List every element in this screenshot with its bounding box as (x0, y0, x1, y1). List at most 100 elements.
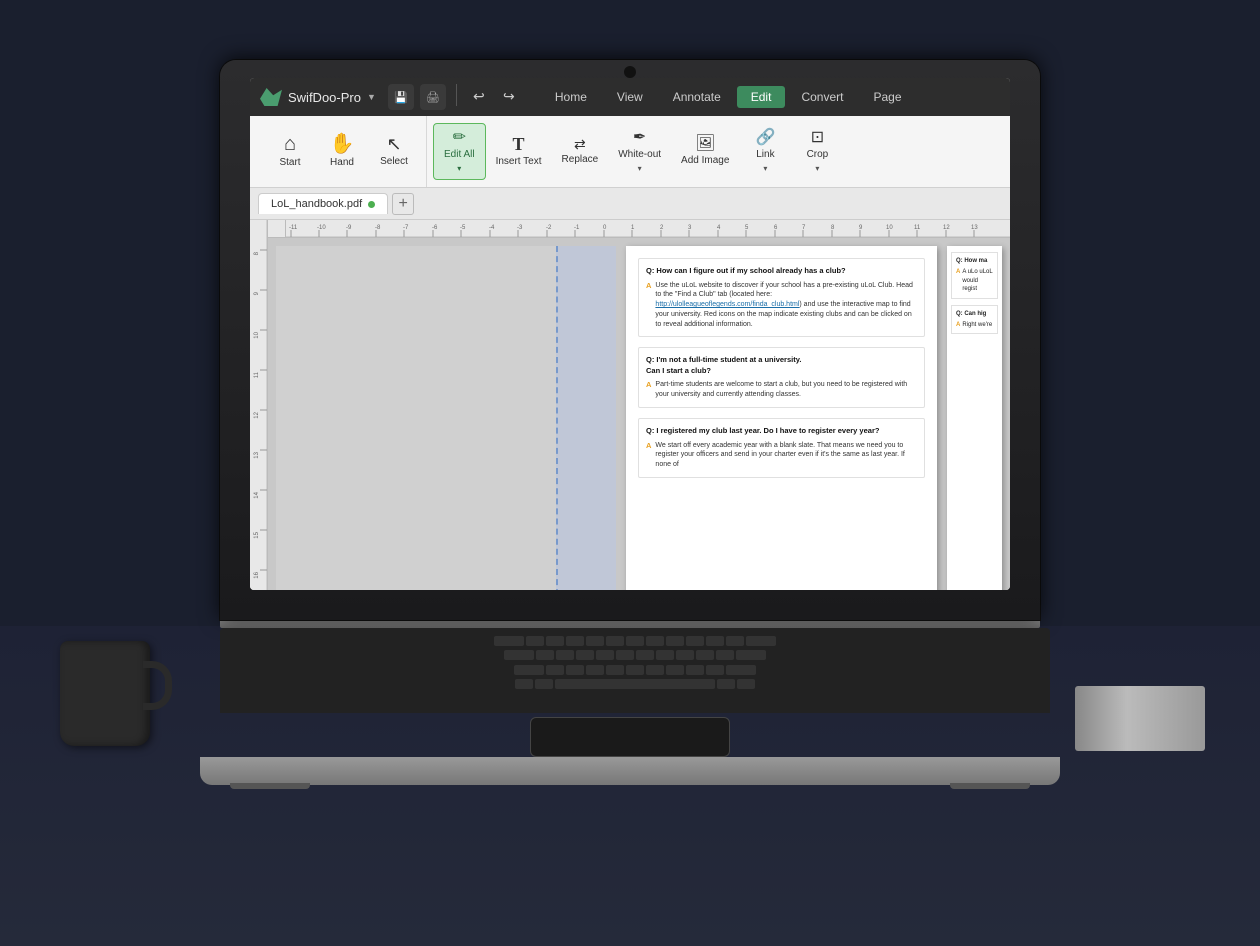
tool-edit-all[interactable]: ✏ Edit All ▾ (433, 123, 486, 180)
laptop-touchpad[interactable] (530, 717, 730, 757)
svg-text:-8: -8 (375, 225, 381, 231)
tab-bar: LoL_handbook.pdf + (250, 188, 1010, 220)
partial-q2: Q: Can hig (956, 310, 993, 318)
a-label-1: A (646, 281, 651, 330)
kb-key (686, 636, 704, 646)
screen-content: SwifDoo-Pro ▼ 💾 🖨 ↩ ↪ Home View (250, 78, 1010, 590)
partial-block-2: Q: Can hig A Right we're (951, 305, 998, 335)
laptop-keyboard (220, 628, 1050, 713)
selection-indicator (556, 246, 616, 590)
tab-home[interactable]: Home (541, 86, 601, 108)
file-tab-lol[interactable]: LoL_handbook.pdf (258, 193, 388, 214)
undo-button[interactable]: ↩ (467, 84, 491, 108)
save-button[interactable]: 💾 (388, 84, 414, 110)
svg-text:-11: -11 (289, 225, 298, 231)
laptop-foot-left (230, 783, 310, 789)
print-icon: 🖨 (426, 91, 440, 104)
kb-key (535, 679, 553, 689)
svg-text:-9: -9 (346, 225, 352, 231)
kb-spacebar (555, 679, 715, 689)
tool-start-label: Start (279, 157, 300, 169)
svg-text:11: 11 (914, 225, 921, 231)
svg-text:-1: -1 (574, 225, 580, 231)
kb-key (646, 636, 664, 646)
kb-key (676, 650, 694, 660)
kb-key (586, 665, 604, 675)
title-bar: SwifDoo-Pro ▼ 💾 🖨 ↩ ↪ Home View (250, 78, 1010, 116)
tool-white-out[interactable]: ✒ White-out ▾ (608, 124, 671, 179)
laptop-base-area (220, 628, 1040, 785)
books-stack (1085, 691, 1205, 751)
tool-add-image[interactable]: 🖼 Add Image (671, 130, 739, 173)
link-icon: 🔗 (755, 130, 775, 146)
app-dropdown-arrow[interactable]: ▼ (367, 92, 376, 102)
a-label-2: A (646, 380, 651, 400)
add-tab-icon: + (398, 195, 407, 213)
svg-text:12: 12 (943, 225, 950, 231)
tool-hand-label: Hand (330, 157, 354, 169)
kb-key (726, 665, 756, 675)
qa-link-1[interactable]: http://ulolleagueoflegends.com/finda_clu… (655, 301, 799, 308)
edit-all-icon: ✏ (453, 130, 466, 146)
kb-key (526, 636, 544, 646)
tab-page[interactable]: Page (859, 86, 915, 108)
titlebar-controls: 💾 🖨 ↩ ↪ (388, 84, 521, 110)
tool-crop-label: Crop (807, 149, 829, 161)
tool-select[interactable]: ↖ Select (368, 129, 420, 174)
kb-key (736, 650, 766, 660)
kb-key (586, 636, 604, 646)
laptop-hinge (220, 620, 1040, 628)
kb-key (666, 665, 684, 675)
document-area: Q: How can I figure out if my school alr… (268, 238, 1010, 590)
svg-text:-6: -6 (432, 225, 438, 231)
file-status-dot (368, 201, 375, 208)
kb-row-2 (228, 650, 1042, 661)
menu-tabs: Home View Annotate Edit Convert Page (541, 86, 916, 108)
print-button[interactable]: 🖨 (420, 84, 446, 110)
q-label-1: Q: How can I figure out if my school alr… (646, 266, 846, 275)
tool-start[interactable]: ⌂ Start (264, 128, 316, 175)
kb-key (636, 650, 654, 660)
tab-convert[interactable]: Convert (787, 86, 857, 108)
redo-button[interactable]: ↪ (497, 84, 521, 108)
tool-insert-text[interactable]: T Insert Text (486, 129, 552, 174)
kb-row-4 (228, 679, 1042, 690)
kb-key (706, 665, 724, 675)
qa-question-3: Q: I registered my club last year. Do I … (646, 426, 917, 437)
kb-key (514, 665, 544, 675)
tab-edit[interactable]: Edit (737, 86, 786, 108)
add-tab-button[interactable]: + (392, 193, 414, 215)
svg-text:-10: -10 (317, 225, 326, 231)
qa-question-2: Q: I'm not a full-time student at a univ… (646, 355, 917, 376)
partial-block-1: Q: How ma A A uLo uLoL would regist (951, 252, 998, 299)
tool-replace-label: Replace (562, 154, 599, 166)
svg-text:10: 10 (886, 225, 893, 231)
partial-q1: Q: How ma (956, 257, 993, 265)
replace-icon: ⇄ (574, 137, 586, 151)
qa-block-1: Q: How can I figure out if my school alr… (638, 258, 925, 337)
logo-icon (260, 88, 282, 106)
kb-key (726, 636, 744, 646)
kb-row-3 (228, 665, 1042, 676)
kb-key (626, 665, 644, 675)
tool-hand[interactable]: ✋ Hand (316, 128, 368, 175)
kb-key (626, 636, 644, 646)
svg-text:14: 14 (254, 491, 260, 498)
kb-key (546, 665, 564, 675)
tool-replace[interactable]: ⇄ Replace (552, 131, 609, 172)
tab-annotate[interactable]: Annotate (659, 86, 735, 108)
kb-key (494, 636, 524, 646)
svg-text:-5: -5 (460, 225, 466, 231)
white-out-icon: ✒ (633, 130, 646, 146)
svg-text:13: 13 (971, 225, 978, 231)
partial-content: Q: How ma A A uLo uLoL would regist Q: C… (947, 246, 1002, 340)
tab-view[interactable]: View (603, 86, 657, 108)
hand-icon: ✋ (330, 134, 355, 154)
tool-crop[interactable]: ⊡ Crop ▾ (791, 124, 843, 179)
kb-key (646, 665, 664, 675)
kb-key (706, 636, 724, 646)
tool-link[interactable]: 🔗 Link ▾ (739, 124, 791, 179)
tool-select-label: Select (380, 156, 408, 168)
partial-a2-row: A Right we're (956, 321, 993, 329)
tool-add-image-label: Add Image (681, 155, 729, 167)
